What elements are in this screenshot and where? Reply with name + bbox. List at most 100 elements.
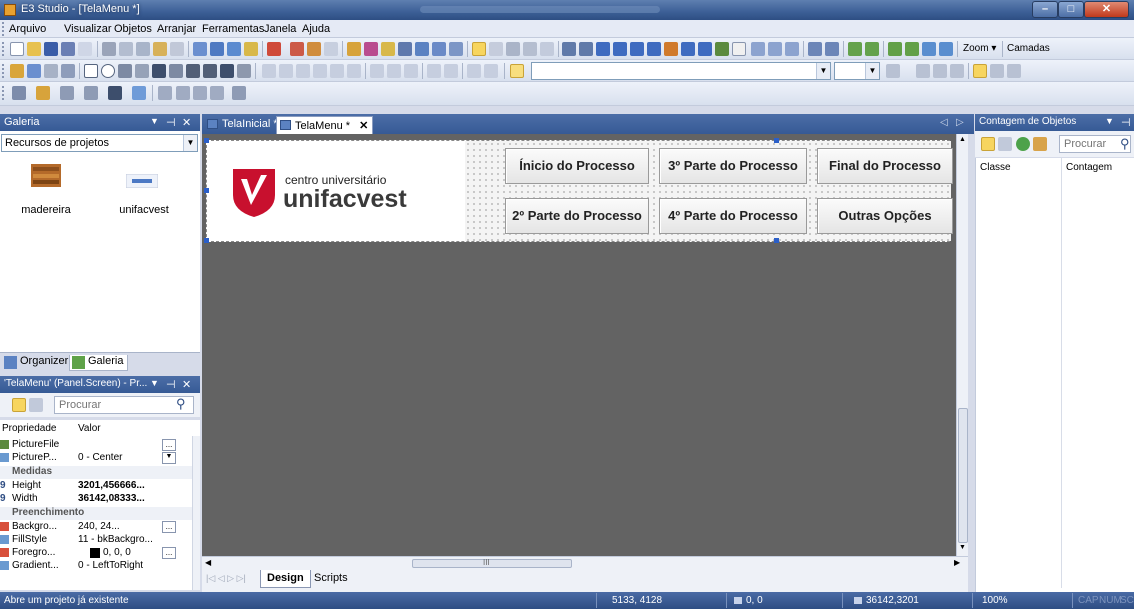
checkbox-icon[interactable] (84, 64, 98, 78)
pin-icon[interactable]: ⊣ (166, 378, 176, 391)
frame-object-icon[interactable] (10, 64, 24, 78)
screen-icon[interactable] (193, 42, 207, 56)
zoom-icon[interactable] (506, 42, 520, 56)
align-icon[interactable] (262, 64, 276, 78)
publish-icon[interactable] (78, 42, 92, 56)
arc-icon[interactable] (647, 42, 661, 56)
same-width-icon[interactable] (370, 64, 384, 78)
xcontrol-icon[interactable] (381, 42, 395, 56)
tab-design[interactable]: Design (260, 570, 311, 588)
terceira-parte-button[interactable]: 3º Parte do Processo (659, 148, 807, 184)
line-style-icon[interactable] (60, 86, 74, 100)
line-width-icon[interactable] (108, 86, 122, 100)
same-height-icon[interactable] (387, 64, 401, 78)
search-icon[interactable]: ⚲ (176, 396, 186, 412)
properties-search[interactable] (54, 396, 194, 414)
line-dash-icon[interactable] (84, 86, 98, 100)
chart-icon[interactable] (44, 64, 58, 78)
maximize-button[interactable]: □ (1058, 1, 1084, 18)
panel-menu-icon[interactable]: ▼ (1105, 116, 1114, 126)
line-color-icon[interactable] (36, 86, 50, 100)
property-category-preenchimento[interactable]: Preenchimento (0, 507, 192, 520)
new-file-icon[interactable] (10, 42, 24, 56)
unifacvest-logo[interactable]: centro universitário unifacvest (209, 143, 463, 239)
scroll-left-icon[interactable]: ◀ (205, 558, 211, 567)
scroll-thumb[interactable] (958, 408, 968, 543)
align-center-icon[interactable] (279, 64, 293, 78)
align-bottom-icon[interactable] (313, 64, 327, 78)
menu-ajuda[interactable]: Ajuda (302, 23, 330, 35)
canvas-horizontal-scrollbar[interactable]: ◀ III ▶ (202, 556, 968, 570)
tab-scripts[interactable]: Scripts (308, 570, 354, 588)
space-h-icon[interactable] (427, 64, 441, 78)
font-name-combo[interactable]: ▼ (531, 62, 831, 80)
property-row[interactable]: Gradient... 0 - LeftToRight (0, 560, 192, 573)
scroll-thumb[interactable]: III (412, 558, 572, 568)
run-icon[interactable] (267, 42, 281, 56)
zoom-dropdown[interactable]: Zoom ▾ (963, 43, 996, 54)
tab-scroll-right-icon[interactable]: ▷ (956, 117, 964, 128)
panel-menu-icon[interactable]: ▼ (150, 116, 159, 126)
ungroup-icon[interactable] (865, 42, 879, 56)
label-control-icon[interactable] (152, 64, 166, 78)
properties-scrollbar[interactable] (192, 436, 200, 590)
align-top-icon[interactable] (296, 64, 310, 78)
gallery-item-madereira[interactable] (31, 164, 61, 187)
tab-nav-icon[interactable]: |◁ ◁ ▷ ▷| (206, 573, 246, 584)
toggle-icon[interactable] (237, 64, 251, 78)
tab-scroll-left-icon[interactable]: ◁ (940, 117, 948, 128)
quarta-parte-button[interactable]: 4º Parte do Processo (659, 198, 807, 234)
selection-handle[interactable] (204, 138, 209, 143)
alarm-icon[interactable] (244, 42, 258, 56)
close-icon[interactable]: ✕ (182, 116, 191, 129)
line-icon[interactable] (562, 42, 576, 56)
pin-icon[interactable]: ⊣ (1121, 116, 1131, 129)
copy-icon[interactable] (119, 42, 133, 56)
pointer-icon[interactable] (472, 42, 486, 56)
rotate-icon[interactable] (158, 86, 172, 100)
splitter-icon[interactable] (27, 64, 41, 78)
property-row[interactable]: Foregro... 0, 0, 0 ... (0, 547, 192, 560)
sum-icon[interactable] (398, 42, 412, 56)
sort-alpha-icon[interactable] (29, 398, 43, 412)
text-icon[interactable] (732, 42, 746, 56)
menu-ferramentas[interactable]: Ferramentas (202, 23, 264, 35)
redo-icon[interactable] (170, 42, 184, 56)
menu-objetos[interactable]: Objetos (114, 23, 152, 35)
align-text-right-icon[interactable] (1007, 64, 1021, 78)
browse-button[interactable]: ... (162, 439, 176, 451)
scroll-down-icon[interactable]: ▼ (959, 544, 966, 551)
align-text-center-icon[interactable] (990, 64, 1004, 78)
scroll-right-icon[interactable]: ▶ (954, 558, 960, 567)
mirror-icon[interactable] (193, 86, 207, 100)
curve-icon[interactable] (698, 42, 712, 56)
menu-visualizar[interactable]: Visualizar (64, 23, 112, 35)
hand-icon[interactable] (489, 42, 503, 56)
outras-opcoes-button[interactable]: Outras Opções (817, 198, 953, 234)
group-icon[interactable] (848, 42, 862, 56)
play-icon[interactable] (307, 42, 321, 56)
stop-icon[interactable] (290, 42, 304, 56)
tab-telamenu[interactable]: TelaMenu * ✕ (276, 116, 374, 134)
property-row[interactable]: PictureP... 0 - Center ▼ (0, 452, 192, 465)
fill-color-icon[interactable] (12, 86, 26, 100)
transform-icon[interactable] (210, 86, 224, 100)
shadow-icon[interactable] (132, 86, 146, 100)
listbox-icon[interactable] (169, 64, 183, 78)
browse-button[interactable]: ... (162, 521, 176, 533)
grid-control-icon[interactable] (118, 64, 132, 78)
minimize-button[interactable]: – (1032, 1, 1058, 18)
save-all-icon[interactable] (61, 42, 75, 56)
align-right-icon[interactable] (825, 42, 839, 56)
properties-search-input[interactable] (55, 397, 193, 413)
pin-icon[interactable]: ⊣ (166, 116, 176, 129)
menu-janela[interactable]: Janela (264, 23, 296, 35)
final-processo-button[interactable]: Final do Processo (817, 148, 953, 184)
setpoint-icon[interactable] (768, 42, 782, 56)
italic-icon[interactable] (933, 64, 947, 78)
chevron-down-icon[interactable]: ▼ (162, 452, 176, 464)
open-folder-icon[interactable] (27, 42, 41, 56)
property-row[interactable]: FillStyle 11 - bkBackgro... (0, 534, 192, 547)
round-rect-icon[interactable] (613, 42, 627, 56)
send-backward-icon[interactable] (939, 42, 953, 56)
